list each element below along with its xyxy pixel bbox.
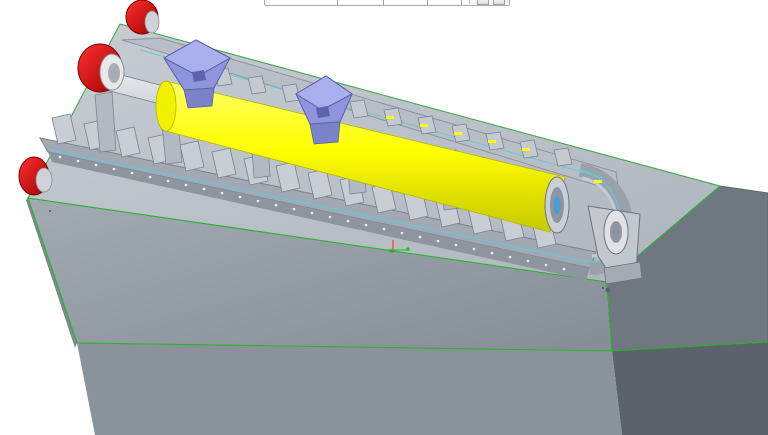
3d-model-view[interactable] [0,0,768,435]
toolbar-separator [383,0,384,5]
graphics-viewport[interactable] [0,0,768,435]
view-button-icon[interactable] [477,0,489,5]
toolbar-separator [337,0,338,5]
view-toolbar[interactable] [264,0,510,6]
dropdown-icon[interactable] [461,0,462,5]
drive-wheel[interactable] [125,0,160,35]
view-button-icon[interactable] [493,0,505,5]
view-selector-field[interactable] [269,0,470,4]
toolbar-separator [427,0,428,5]
